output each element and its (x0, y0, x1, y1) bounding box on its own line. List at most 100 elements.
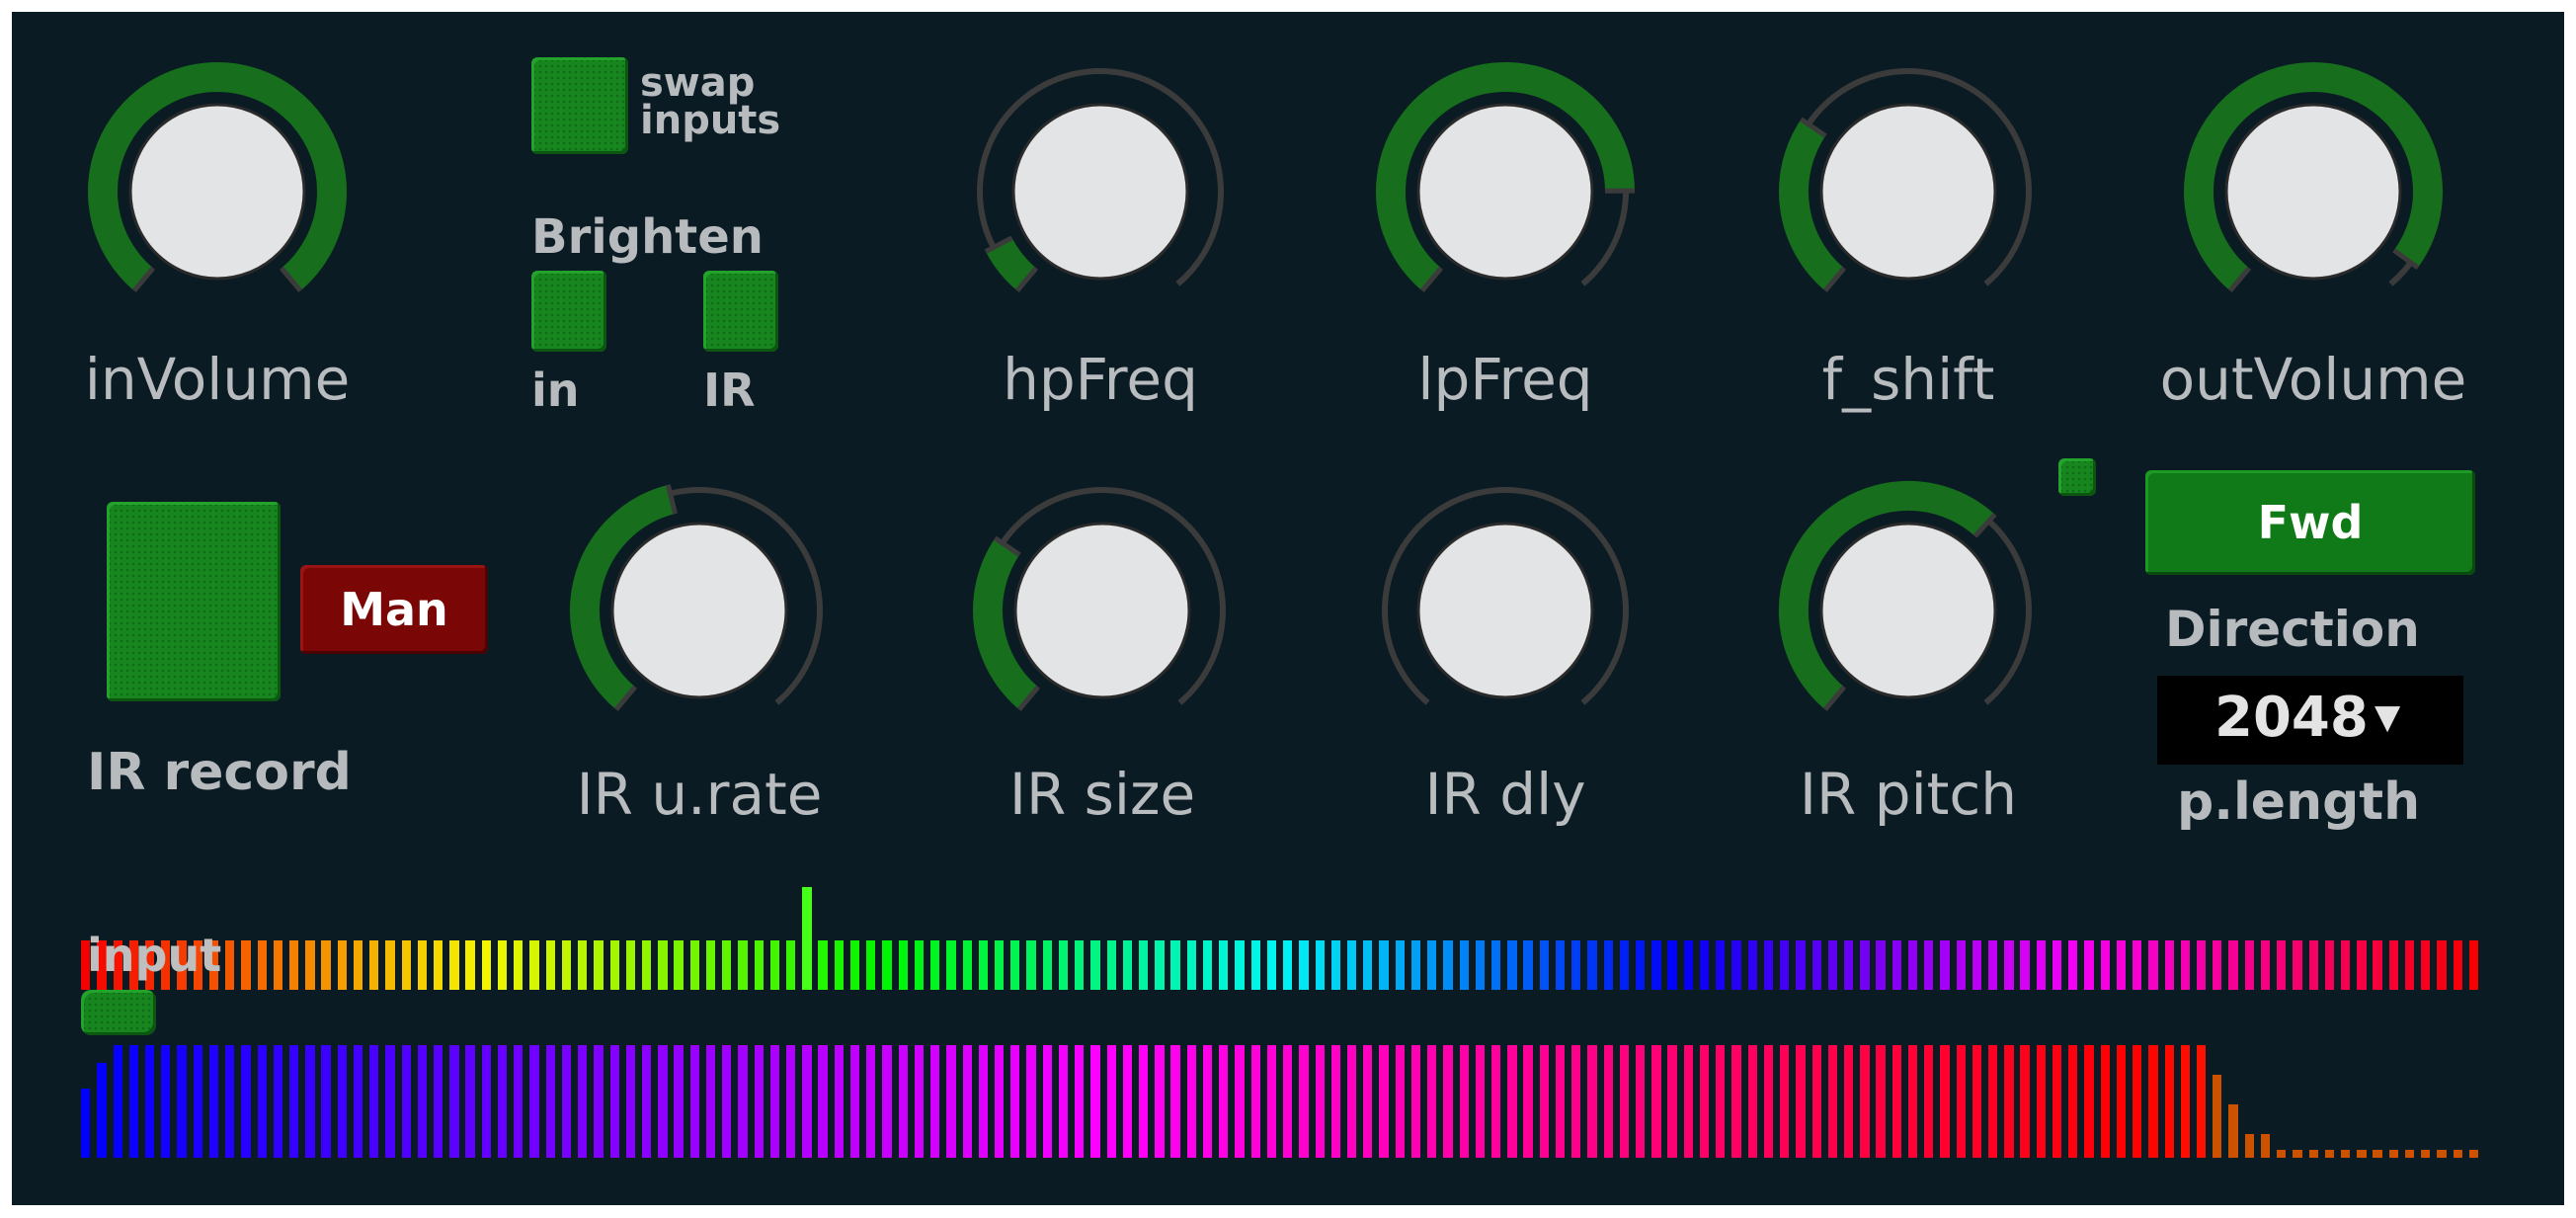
ir-meter-bar (1283, 1045, 1293, 1158)
input-meter-bar (1619, 940, 1630, 990)
f-shift-knob[interactable] (1770, 53, 2047, 330)
input-meter-bar (1155, 940, 1165, 990)
input-meter-bar (2421, 940, 2431, 990)
ir-meter-bar (1427, 1045, 1437, 1158)
input-meter-toggle[interactable] (81, 990, 156, 1035)
ir-size-knob[interactable] (964, 472, 1241, 749)
ir-meter-bar (1219, 1045, 1229, 1158)
ir-meter-bar (273, 1045, 283, 1158)
input-meter-bar (1058, 940, 1069, 990)
ir-meter-bar (641, 1045, 652, 1158)
ir-meter-bar (1186, 1045, 1196, 1158)
ir-meter-bar (2036, 1045, 2047, 1158)
ir-meter-bar (1315, 1045, 1325, 1158)
ir-meter-bar (882, 1045, 892, 1158)
direction-fwd-button[interactable]: Fwd (2145, 470, 2475, 575)
man-mode-button[interactable]: Man (300, 565, 488, 654)
input-meter-bar (2213, 940, 2222, 990)
input-meter-bar (882, 940, 892, 990)
input-meter-bar (1346, 940, 1357, 990)
ir-meter-bar (1892, 1045, 1901, 1158)
ir-meter-bar (417, 1045, 428, 1158)
p-length-dropdown[interactable]: 2048 ▼ (2157, 676, 2463, 765)
input-meter-label: input (87, 929, 222, 982)
ir-dly-label: IR dly (1424, 761, 1586, 828)
ir-pitch-knob[interactable] (1770, 472, 2047, 749)
ir-spectrum-display (81, 1039, 2485, 1168)
input-meter-bar (1956, 940, 1966, 990)
ir-meter-bar (1860, 1045, 1870, 1158)
brighten-title: Brighten (531, 209, 764, 265)
ir-meter-bar (914, 1045, 925, 1158)
input-meter-bar (946, 940, 956, 990)
input-meter-bar (1139, 940, 1149, 990)
ir-meter-bar (401, 1045, 411, 1158)
ir-dly-knob[interactable] (1367, 472, 1644, 749)
input-meter-bar (369, 940, 379, 990)
brighten-ir-toggle[interactable] (703, 271, 778, 352)
ir-pitch-indicator-led (2058, 458, 2096, 496)
ir-meter-bar (529, 1045, 539, 1158)
ir-meter-bar (802, 1045, 812, 1158)
input-meter-bar (1907, 940, 1918, 990)
input-meter-bar (2100, 940, 2110, 990)
input-meter-bar (1860, 940, 1870, 990)
out-volume-knob[interactable] (2175, 53, 2452, 330)
ir-meter-bar (497, 1045, 508, 1158)
ir-meter-bar (1379, 1045, 1389, 1158)
ir-meter-bar (1026, 1045, 1036, 1158)
ir-meter-bar (1042, 1045, 1052, 1158)
ir-meter-bar (113, 1045, 122, 1158)
hp-freq-knob[interactable] (962, 53, 1239, 330)
ir-meter-bar (2308, 1150, 2318, 1158)
in-volume-label: inVolume (84, 346, 351, 413)
input-meter-bar (337, 940, 347, 990)
ir-meter-bar (1346, 1045, 1357, 1158)
ir-meter-bar (321, 1045, 331, 1158)
input-meter-bar (241, 940, 251, 990)
ir-meter-bar (738, 1045, 748, 1158)
ir-record-button[interactable] (107, 502, 281, 701)
input-meter-bar (1972, 940, 1982, 990)
ir-meter-bar (1058, 1045, 1069, 1158)
input-meter-bar (641, 940, 652, 990)
input-meter-bar (1490, 940, 1501, 990)
input-meter-bar (1379, 940, 1389, 990)
input-meter-bar (1410, 940, 1421, 990)
in-volume-knob[interactable] (79, 53, 356, 330)
input-meter-bar (2020, 940, 2030, 990)
ir-meter-bar (2133, 1045, 2142, 1158)
ir-meter-bar (786, 1045, 796, 1158)
ir-urate-knob[interactable] (561, 472, 838, 749)
input-meter-bar (2324, 940, 2335, 990)
input-meter-bar (1106, 940, 1116, 990)
lp-freq-knob[interactable] (1367, 53, 1644, 330)
input-meter-bar (449, 940, 459, 990)
input-meter-bar (769, 940, 780, 990)
swap-inputs-label-line2: inputs (640, 98, 781, 143)
input-meter-bar (497, 940, 508, 990)
input-meter-bar (1731, 940, 1741, 990)
input-meter-bar (1363, 940, 1373, 990)
input-meter-bar (2437, 940, 2447, 990)
input-meter-bar (866, 940, 876, 990)
input-meter-bar (625, 940, 636, 990)
input-meter-bar (1667, 940, 1677, 990)
ir-meter-bar (1155, 1045, 1165, 1158)
input-meter-bar (529, 940, 539, 990)
input-meter-bar (1876, 940, 1886, 990)
input-meter-bar (962, 940, 972, 990)
swap-inputs-toggle[interactable] (531, 57, 628, 154)
input-meter-bar (2244, 940, 2254, 990)
input-meter-bar (417, 940, 428, 990)
ir-meter-bar (1122, 1045, 1133, 1158)
ir-meter-bar (1539, 1045, 1549, 1158)
ir-meter-bar (1090, 1045, 1100, 1158)
ir-meter-bar (2388, 1150, 2398, 1158)
knob-cap (1416, 522, 1594, 699)
ir-meter-bar (1010, 1045, 1020, 1158)
convolution-plugin-panel: inVolume swap inputs Brighten in IR hpFr… (12, 12, 2564, 1205)
input-meter-bar (1940, 940, 1950, 990)
brighten-in-toggle[interactable] (531, 271, 606, 352)
ir-meter-bar (1667, 1045, 1677, 1158)
